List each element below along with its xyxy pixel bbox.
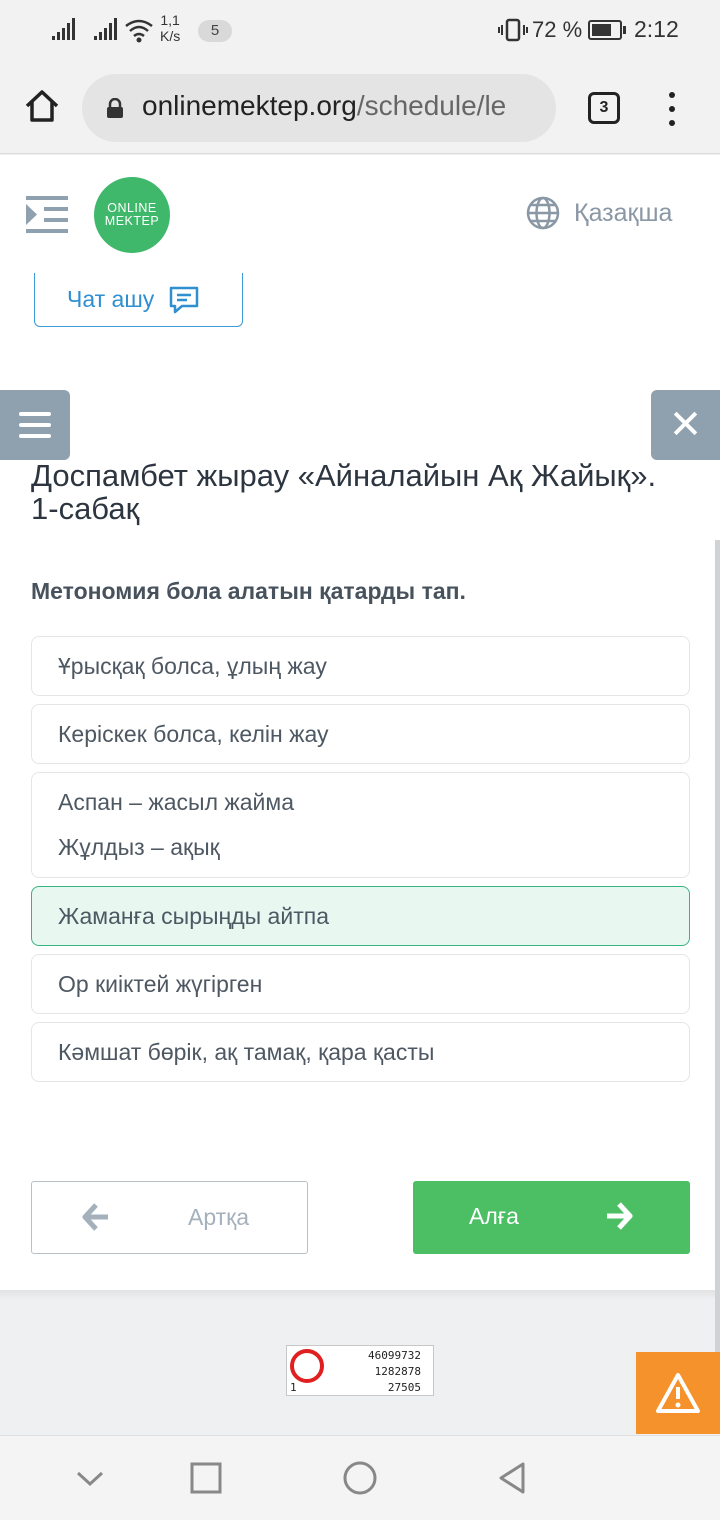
page-content: ONLINE MEKTEP Қазақша Чат ашу ✕ Доспамбе… (0, 155, 720, 1295)
status-bar: 1,1 K/s 5 72 % 2:12 (0, 0, 720, 62)
speed-unit: K/s (160, 28, 181, 44)
url-domain: onlinemektep.org (142, 90, 357, 121)
counter-logo-icon (290, 1349, 324, 1383)
arrow-right-icon (607, 1202, 633, 1230)
chevron-down-icon[interactable] (72, 1460, 108, 1496)
logo[interactable]: ONLINE MEKTEP (94, 177, 170, 253)
answer-option[interactable]: Ұрысқақ болса, ұлың жау (31, 636, 690, 696)
language-label: Қазақша (574, 198, 673, 227)
speed-value: 1,1 (160, 12, 180, 28)
battery-percent: 72 % (532, 17, 583, 42)
counter-value: 46099732 (368, 1349, 421, 1362)
tab-switcher-button[interactable]: 3 (588, 92, 620, 124)
answer-option[interactable]: Жаманға сырыңды айтпа (31, 886, 690, 946)
battery-icon (588, 20, 626, 40)
menu-indent-icon[interactable] (26, 193, 70, 237)
answer-option[interactable]: Аспан – жасыл жайма Жұлдыз – ақық (31, 772, 690, 878)
home-nav-icon[interactable] (342, 1460, 378, 1496)
page-shadow (0, 1290, 720, 1300)
clock: 2:12 (634, 16, 679, 42)
url-path: /schedule/le (356, 90, 507, 121)
report-button[interactable] (636, 1352, 720, 1434)
chat-label: Чат ашу (67, 286, 155, 312)
answer-text: Ұрысқақ болса, ұлың жау (58, 653, 327, 679)
globe-icon (526, 196, 560, 230)
answer-text: Ор киіктей жүгірген (58, 971, 263, 997)
chat-icon (170, 286, 199, 313)
address-bar[interactable]: onlinemektep.org/schedule/le (82, 74, 556, 142)
next-label: Алға (469, 1203, 519, 1229)
close-button[interactable]: ✕ (651, 390, 720, 460)
answer-text: Жаманға сырыңды айтпа (58, 903, 329, 929)
back-label: Артқа (188, 1204, 250, 1230)
answer-option[interactable]: Керіскек болса, келін жау (31, 704, 690, 764)
arrow-left-icon (82, 1203, 108, 1231)
page-title: Доспамбет жырау «Айналайын Ақ Жайық». 1-… (31, 458, 657, 526)
signal-icon (94, 18, 117, 40)
question-text: Метономия бола алатын қатарды тап. (31, 578, 466, 604)
system-nav-bar (0, 1435, 720, 1520)
logo-line2: MEKTEP (104, 214, 160, 228)
counter-value: 27505 (387, 1381, 421, 1394)
language-selector[interactable]: Қазақша (526, 195, 672, 231)
open-chat-button[interactable]: Чат ашу (34, 273, 243, 327)
notification-badge: 5 (198, 20, 232, 42)
url-text[interactable]: onlinemektep.org/schedule/le (142, 90, 542, 122)
back-button[interactable]: Артқа (31, 1181, 308, 1254)
answer-text: Жұлдыз – ақық (58, 834, 220, 860)
next-button[interactable]: Алға (413, 1181, 690, 1254)
back-nav-icon[interactable] (494, 1460, 530, 1496)
answer-text: Керіскек болса, келін жау (58, 721, 329, 747)
browser-toolbar: onlinemektep.org/schedule/le 3 (0, 62, 720, 154)
network-speed: 1,1 K/s (160, 12, 180, 44)
answer-option[interactable]: Кәмшат бөрік, ақ тамақ, қара қасты (31, 1022, 690, 1082)
warning-icon (656, 1373, 700, 1413)
scrollbar[interactable] (715, 540, 720, 1420)
recents-icon[interactable] (188, 1460, 224, 1496)
wifi-icon (125, 19, 153, 43)
answer-text: Кәмшат бөрік, ақ тамақ, қара қасты (58, 1039, 435, 1065)
lock-icon (107, 98, 123, 118)
visit-counter: 46099732 1282878 27505 1 (286, 1345, 434, 1396)
browser-menu-icon[interactable] (666, 92, 678, 126)
lesson-menu-button[interactable] (0, 390, 70, 460)
counter-value: 1 (290, 1381, 297, 1394)
answer-option[interactable]: Ор киіктей жүгірген (31, 954, 690, 1014)
home-icon[interactable] (22, 86, 62, 126)
vibrate-icon (498, 18, 528, 48)
signal-icon (52, 18, 75, 40)
answer-text: Аспан – жасыл жайма (58, 789, 295, 815)
counter-value: 1282878 (374, 1365, 421, 1378)
